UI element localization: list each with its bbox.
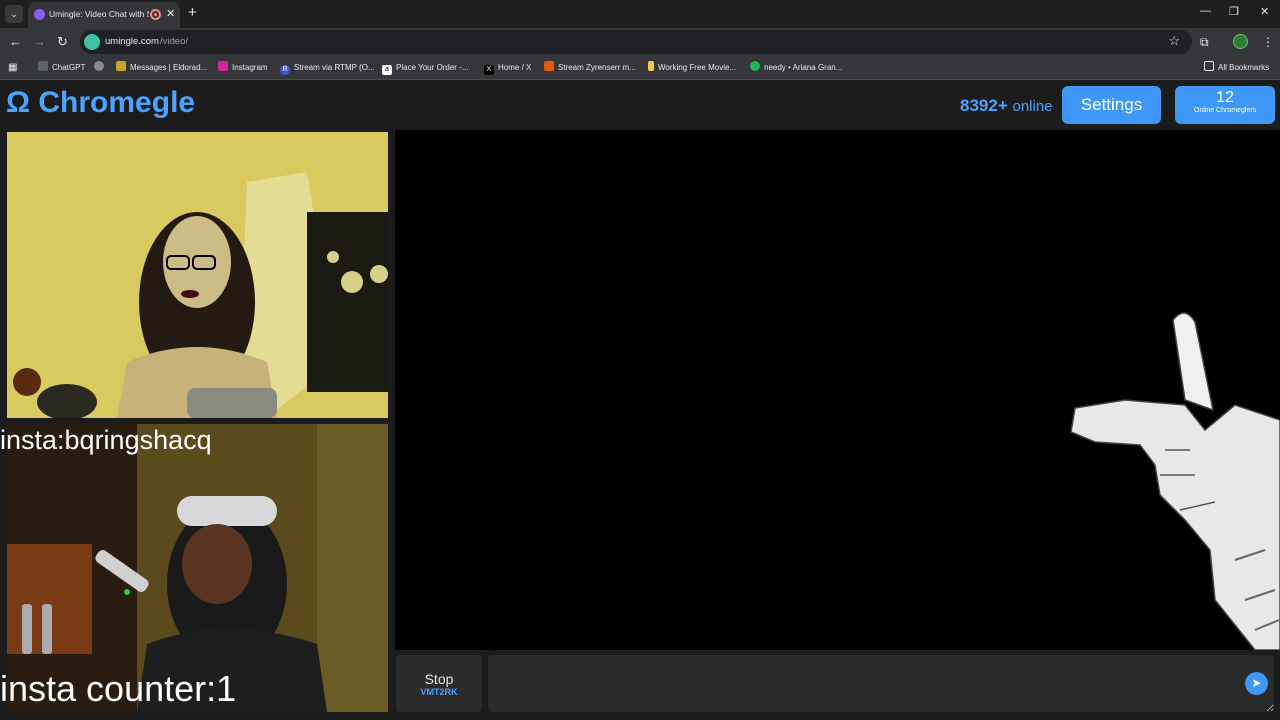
pointing-hand-image	[1070, 312, 1280, 650]
all-bookmarks[interactable]: All Bookmarks	[1204, 61, 1269, 75]
main-video	[395, 130, 1280, 650]
eldorado-icon	[116, 61, 126, 71]
bookmark-globe[interactable]	[94, 61, 108, 75]
stop-label: Stop	[424, 671, 454, 687]
new-tab-button[interactable]: +	[188, 4, 197, 21]
bookmark-chatgpt[interactable]: ChatGPT	[38, 61, 85, 75]
chatgpt-icon	[38, 61, 48, 71]
url-path: /video/	[160, 36, 188, 47]
spotify-icon	[750, 61, 760, 71]
tab-umingle[interactable]: Umingle: Video Chat with S ✕	[28, 2, 180, 28]
rtmp-icon: R	[280, 65, 290, 75]
bookmark-eldorado[interactable]: Messages | Eldorad...	[116, 61, 207, 75]
umingle-favicon-icon	[34, 9, 45, 20]
chat-message-input[interactable]	[488, 655, 1274, 712]
profile-avatar[interactable]	[1233, 34, 1248, 49]
bookmark-rtmp[interactable]: R Stream via RTMP (O...	[280, 61, 375, 75]
recording-icon	[150, 9, 161, 20]
folder-icon	[1204, 61, 1214, 71]
close-tab-icon[interactable]: ✕	[166, 7, 175, 20]
bookmark-order[interactable]: a Place Your Order -...	[382, 61, 468, 75]
address-bar[interactable]: umingle.com /video/ ☆	[80, 30, 1192, 54]
bookmark-spotify[interactable]: needy • Ariana Gran...	[750, 61, 842, 75]
extensions-icon[interactable]: ⧉	[1200, 35, 1209, 50]
chromeglers-count: 12	[1216, 89, 1234, 106]
stop-shortcut-code: VMT2RK	[420, 687, 458, 697]
online-count: 8392+ online	[960, 96, 1053, 116]
chromegle-app: Ω Chromegle 8392+ online Settings 12 Onl…	[0, 80, 1280, 720]
stranger-video: ⚐	[7, 132, 388, 418]
insta-handle-overlay: insta:bqringshacq	[0, 425, 212, 455]
bookmarks-bar: ▦ ChatGPT Messages | Eldorad... Instagra…	[0, 56, 1280, 80]
bookmark-star-icon[interactable]: ☆	[1168, 33, 1180, 49]
send-icon[interactable]: ➤	[1245, 672, 1268, 695]
apps-grid-icon[interactable]: ▦	[8, 61, 17, 75]
x-logo-icon: X	[484, 65, 494, 75]
chromegle-logo[interactable]: Ω Chromegle	[6, 86, 195, 120]
minimize-icon[interactable]: —	[1200, 5, 1211, 17]
online-chromeglers-button[interactable]: 12 Online Chromeglers	[1175, 86, 1275, 124]
stream-icon	[544, 61, 554, 71]
online-number: 8392+	[960, 96, 1008, 115]
online-word: online	[1012, 98, 1053, 115]
instagram-icon	[218, 61, 228, 71]
close-window-icon[interactable]: ✕	[1260, 5, 1269, 18]
tab-title: Umingle: Video Chat with S	[49, 9, 149, 19]
back-icon[interactable]: ←	[9, 34, 22, 49]
bookmark-x[interactable]: X Home / X	[484, 61, 531, 75]
menu-kebab-icon[interactable]: ⋮	[1262, 35, 1274, 49]
globe-icon	[94, 61, 104, 71]
movies-icon	[648, 61, 654, 71]
stranger-video-frame	[7, 132, 388, 418]
site-info-icon[interactable]	[84, 34, 100, 50]
settings-button[interactable]: Settings	[1062, 86, 1161, 124]
reload-icon[interactable]: ↻	[57, 34, 68, 50]
bookmark-movies[interactable]: Working Free Movie...	[648, 61, 736, 75]
browser-toolbar: ← → ↻ umingle.com /video/ ☆ ⧉ ⋮	[0, 28, 1280, 56]
order-icon: a	[382, 65, 392, 75]
stop-button[interactable]: Stop VMT2RK	[396, 655, 482, 712]
chromeglers-label: Online Chromeglers	[1193, 107, 1257, 114]
browser-tab-strip: ⌄ Umingle: Video Chat with S ✕ + — ❐ ✕	[0, 0, 1280, 28]
tab-search-icon[interactable]: ⌄	[5, 5, 23, 23]
restore-icon[interactable]: ❐	[1229, 5, 1239, 18]
bookmark-stream[interactable]: Stream Zyrenserr m...	[544, 61, 636, 75]
insta-counter-overlay: insta counter:1	[0, 668, 237, 709]
url-host: umingle.com	[105, 36, 159, 47]
bookmark-instagram[interactable]: Instagram	[218, 61, 268, 75]
forward-icon[interactable]: →	[33, 34, 46, 49]
